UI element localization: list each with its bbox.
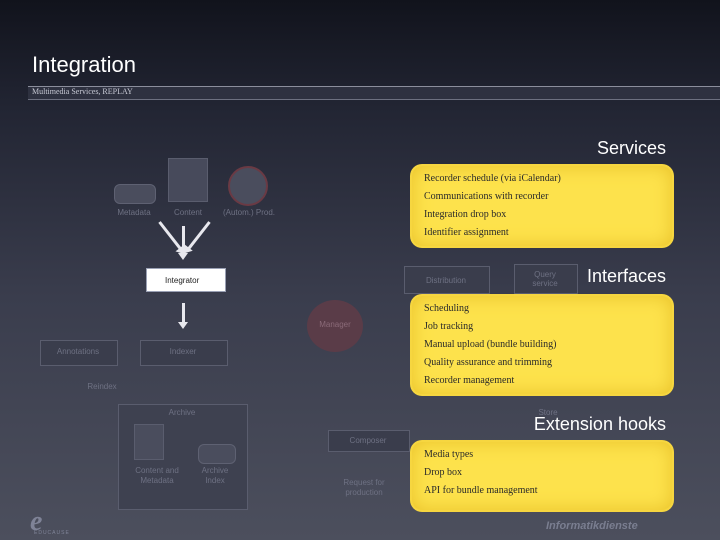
interfaces-callout: Scheduling Job tracking Manual upload (b… [412,296,672,394]
page-subtitle: Multimedia Services, REPLAY [32,87,133,96]
interfaces-item: Scheduling [424,303,469,314]
extension-hooks-item: Media types [424,449,474,460]
content-label: Content [173,208,203,217]
services-heading: Services [596,138,666,158]
content-and-metadata-label: Content and Metadata [135,466,179,485]
autom-prod-label: (Autom.) Prod. [222,208,275,217]
services-item: Recorder schedule (via iCalendar) [424,173,561,184]
archive-index-cylinder-icon [198,444,236,464]
services-item: Communications with recorder [424,191,549,202]
arrow-integrator-to-indexer [178,303,188,329]
content-document-icon [168,158,208,202]
interfaces-item: Recorder management [424,375,515,386]
reindex-label: Reindex [87,382,117,391]
extension-hooks-heading: Extension hooks [533,414,666,434]
content-metadata-icon [134,424,164,460]
interfaces-item: Quality assurance and trimming [424,357,553,368]
interfaces-item: Manual upload (bundle building) [424,339,557,350]
extension-hooks-item: API for bundle management [424,485,538,496]
extension-hooks-item: Drop box [424,467,463,478]
informatikdienste-brand: Informatikdienste [546,520,638,532]
manager-label: Manager [319,320,351,329]
production-gear-icon [228,166,268,206]
archive-label: Archive [168,408,196,417]
indexer-label: Indexer [169,347,197,356]
interfaces-heading: Interfaces [586,266,666,286]
services-item: Integration drop box [424,209,507,220]
services-item: Identifier assignment [424,227,509,238]
services-callout: Recorder schedule (via iCalendar) Commun… [412,166,672,246]
page-title: Integration [32,52,136,77]
request-for-production-label: Request for production [343,478,385,497]
metadata-label: Metadata [117,208,151,217]
interfaces-item: Job tracking [424,321,474,332]
archive-index-label: Archive Index [201,466,229,485]
metadata-cylinder-icon [114,184,156,204]
educause-logo-text: EDUCAUSE [34,530,70,536]
annotations-label: Annotations [56,347,100,356]
distribution-label: Distribution [425,276,466,285]
composer-label: Composer [349,436,387,445]
extension-hooks-callout: Media types Drop box API for bundle mana… [412,442,672,510]
integrator-box: Integrator [146,268,226,292]
